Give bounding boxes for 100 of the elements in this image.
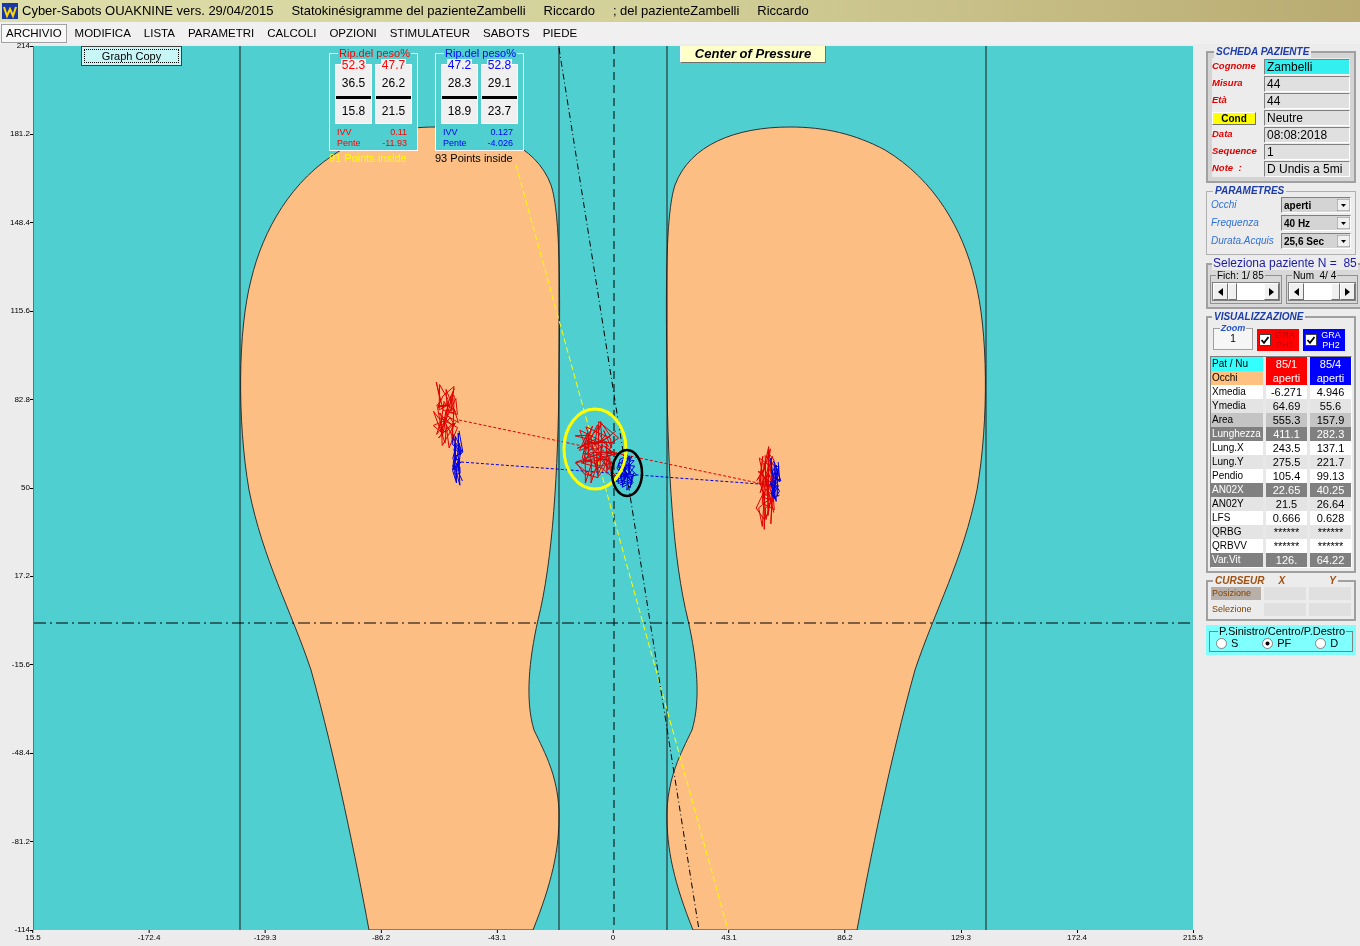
- text-field[interactable]: Neutre: [1264, 110, 1350, 126]
- table-cell: 0.666: [1266, 511, 1307, 525]
- dropdown[interactable]: aperti: [1281, 197, 1351, 213]
- column-header: Y: [1329, 575, 1336, 587]
- scrollbar[interactable]: [1212, 282, 1280, 301]
- axis-label: -129.3: [253, 933, 277, 943]
- stat-label: Pente: [442, 138, 468, 149]
- caret-icon: [1337, 235, 1350, 247]
- table-cell: 55.6: [1310, 399, 1351, 413]
- menu-item[interactable]: SABOTS: [478, 23, 535, 43]
- table-cell: ******: [1266, 539, 1307, 553]
- caret-icon: [1337, 199, 1350, 211]
- graph-toggle[interactable]: GRA PH2: [1303, 329, 1345, 351]
- parameter-label: Frequenza: [1211, 217, 1259, 229]
- table-cell: 85/4: [1310, 357, 1351, 371]
- record-counter: Num 4/ 4: [1291, 270, 1338, 281]
- axis-label: 181.2: [9, 129, 30, 140]
- scrollbar[interactable]: [1287, 282, 1356, 301]
- menu-item[interactable]: LISTA: [138, 23, 180, 43]
- table-cell: 64.22: [1310, 553, 1351, 567]
- arrow-left-icon: [1293, 287, 1299, 296]
- text-field[interactable]: Zambelli: [1264, 59, 1350, 75]
- row-label: AN02X: [1211, 483, 1263, 497]
- window-title: ; del pazienteZambelli: [612, 2, 740, 21]
- scroll-left-button[interactable]: [1288, 283, 1304, 300]
- row-label: Pendio: [1211, 469, 1263, 483]
- table-cell: aperti: [1310, 371, 1351, 385]
- table-cell: 99.13: [1310, 469, 1351, 483]
- table-cell: 0.628: [1310, 511, 1351, 525]
- table-cell: 105.4: [1266, 469, 1307, 483]
- row-label: Lung.X: [1211, 441, 1263, 455]
- axis-label: 43.1: [721, 933, 737, 943]
- text-field[interactable]: D Undis a 5mi: [1264, 161, 1350, 177]
- option-label: PF: [1277, 637, 1292, 649]
- side-percentage: 52.3: [340, 59, 367, 71]
- radio-button[interactable]: [1262, 637, 1274, 649]
- side-percentage: 47.2: [446, 59, 473, 71]
- quadrant-value: 23.7: [487, 104, 512, 118]
- row-label: Lunghezza: [1211, 427, 1263, 441]
- axis-label: 148.4: [9, 217, 30, 228]
- menu-item[interactable]: PARAMETRI: [182, 23, 260, 43]
- axis-label: -114: [14, 925, 30, 935]
- radio-button[interactable]: [1315, 637, 1327, 649]
- menu-item[interactable]: STIMULATEUR: [384, 23, 475, 43]
- row-label: Area: [1211, 413, 1263, 427]
- row-label: Pat / Nu: [1211, 357, 1263, 371]
- dropdown[interactable]: 40 Hz: [1281, 215, 1351, 231]
- stat-value: -11.93: [381, 138, 407, 149]
- scroll-left-button[interactable]: [1213, 283, 1228, 300]
- menu-item[interactable]: MODIFICA: [69, 23, 136, 43]
- table-cell: 22.65: [1266, 483, 1307, 497]
- table-cell: ******: [1310, 539, 1351, 553]
- section-title: VISUALIZZAZIONE: [1213, 311, 1305, 323]
- section-title: PARAMETRES: [1214, 185, 1286, 197]
- table-cell: aperti: [1266, 371, 1307, 385]
- quadrant-value: 18.9: [447, 104, 472, 118]
- menu-item[interactable]: PIEDE: [537, 23, 583, 43]
- text-field[interactable]: 44: [1264, 93, 1350, 109]
- stat-value: -4.026: [486, 138, 513, 149]
- checkbox[interactable]: [1259, 334, 1271, 346]
- table-cell: ******: [1310, 525, 1351, 539]
- cursor-label: Selezione: [1211, 603, 1253, 616]
- stat-label: IVV: [442, 127, 459, 138]
- menu-item[interactable]: OPZIONI: [324, 23, 382, 43]
- axis-label: 129.3: [951, 933, 971, 943]
- quadrant-value: 29.1: [487, 76, 512, 90]
- table-cell: 282.3: [1310, 427, 1351, 441]
- row-label: QRBG: [1211, 525, 1263, 539]
- menu-item[interactable]: ARCHIVIO: [1, 23, 67, 43]
- table-cell: -6.271: [1266, 385, 1307, 399]
- table-cell: 85/1: [1266, 357, 1307, 371]
- scroll-thumb[interactable]: [1330, 283, 1340, 300]
- table-cell: 221.7: [1310, 455, 1351, 469]
- record-counter: Fich: 1/ 85: [1216, 270, 1265, 281]
- scroll-thumb[interactable]: [1228, 283, 1237, 300]
- table-cell: 26.64: [1310, 497, 1351, 511]
- option-label: S: [1231, 637, 1239, 649]
- stat-value: 0.127: [489, 127, 513, 138]
- text-field[interactable]: 1: [1264, 144, 1350, 160]
- table-cell: 126.: [1266, 553, 1307, 567]
- arrow-right-icon: [1268, 287, 1274, 296]
- stat-label: Pente: [336, 138, 362, 149]
- text-field[interactable]: 44: [1264, 76, 1350, 92]
- column-header: X: [1278, 575, 1286, 587]
- parameter-label: Durata.Acquis: [1211, 235, 1274, 247]
- axis-label: -15.6: [11, 659, 30, 670]
- window-title: Statokinésigramme del pazienteZambelli: [291, 2, 526, 21]
- caret-icon: [1337, 217, 1350, 229]
- field-label: Misura: [1212, 76, 1244, 89]
- checkbox[interactable]: [1305, 334, 1317, 346]
- quadrant-value: 28.3: [447, 76, 472, 90]
- dropdown[interactable]: 25,6 Sec: [1281, 233, 1351, 249]
- field-label: Note :: [1212, 161, 1243, 174]
- graph-copy-button[interactable]: Graph Copy: [81, 46, 182, 66]
- radio-button[interactable]: [1216, 637, 1227, 649]
- zoom-label: Zoom: [1219, 323, 1247, 333]
- condition-button[interactable]: Cond: [1212, 111, 1256, 125]
- menu-item[interactable]: CALCOLI: [262, 23, 322, 43]
- panel-title: Rip.del peso%: [444, 47, 517, 59]
- text-field[interactable]: 08:08:2018: [1264, 127, 1350, 143]
